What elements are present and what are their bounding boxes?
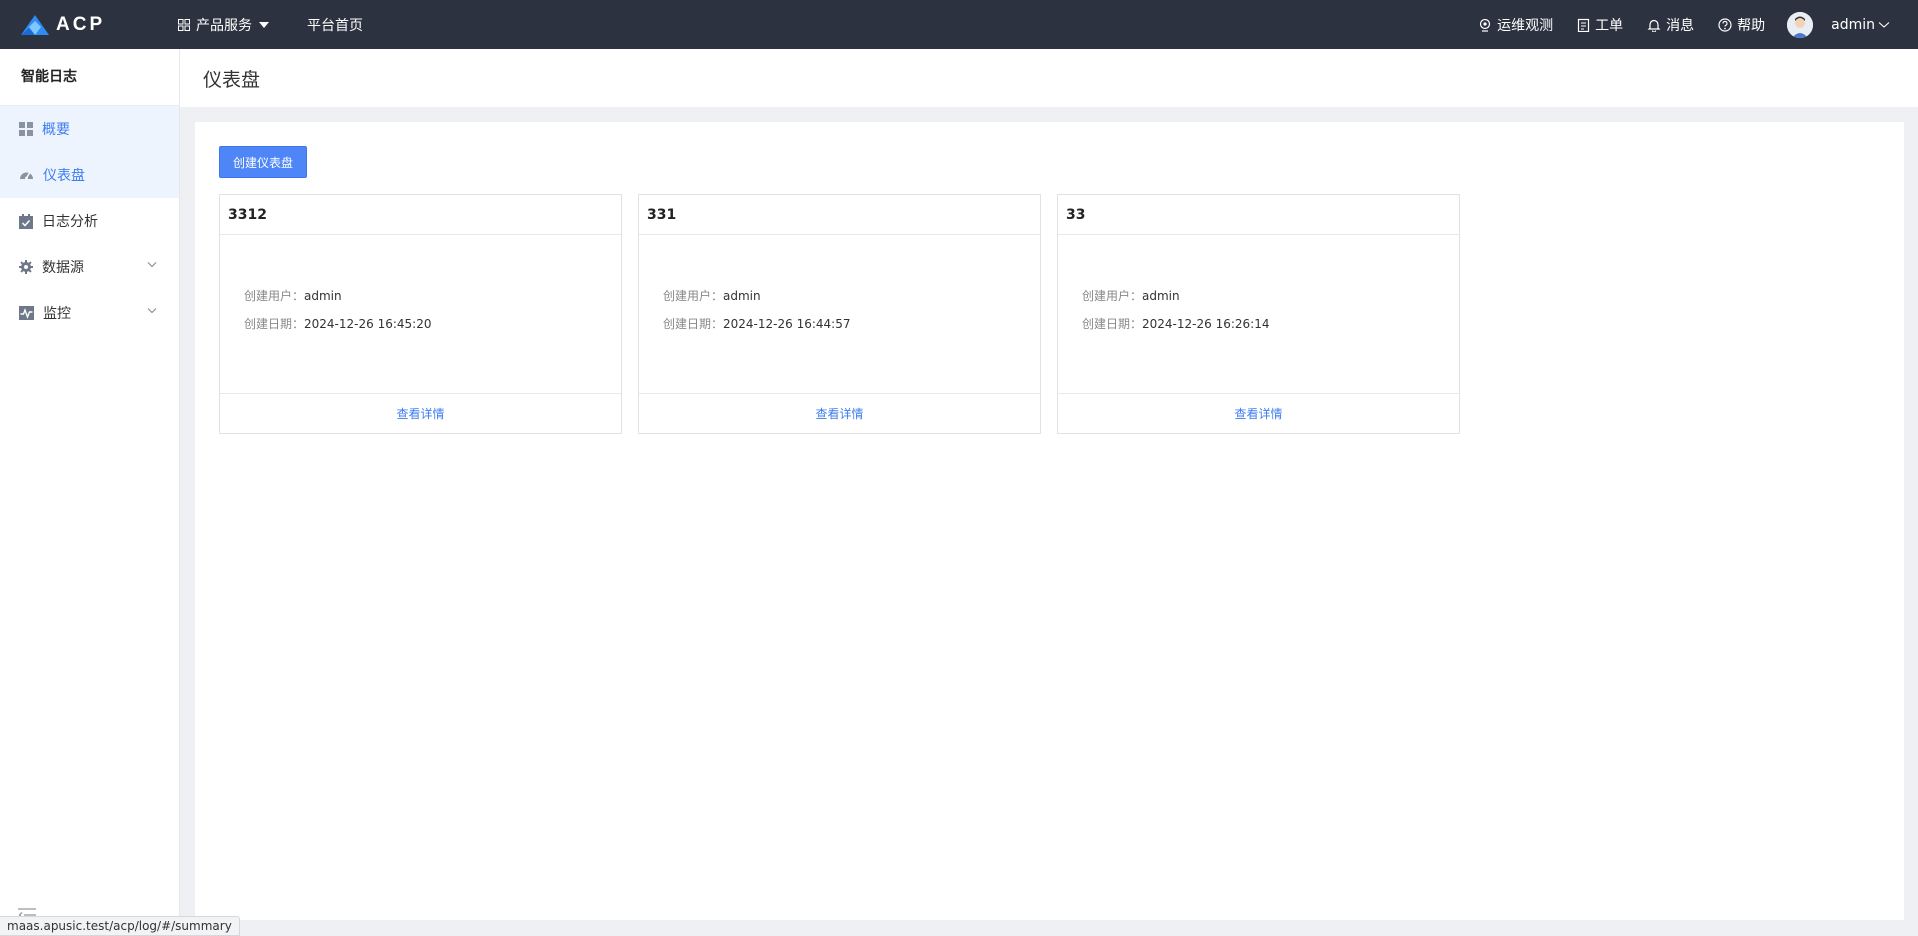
help-circle-icon — [1718, 17, 1732, 32]
user-avatar[interactable] — [1787, 11, 1814, 38]
products-menu[interactable]: 产品服务 — [178, 15, 269, 35]
card-title: 331 — [639, 195, 1040, 235]
top-navbar: ACP 产品服务 平台首页 运维观测 工单 消息 帮助 admin — [0, 0, 1918, 49]
apps-grid-icon — [178, 18, 190, 31]
chevron-down-icon — [147, 308, 157, 314]
status-bar-url: maas.apusic.test/acp/log/#/summary — [0, 916, 240, 936]
page-title: 仪表盘 — [203, 69, 261, 91]
card-body: 创建用户：admin 创建日期：2024-12-26 16:26:14 — [1058, 235, 1459, 394]
sidebar-item-label: 数据源 — [42, 260, 84, 276]
ops-observe-label: 运维观测 — [1497, 17, 1554, 34]
card-created-date: 创建日期：2024-12-26 16:26:14 — [1082, 317, 1270, 331]
view-details-link[interactable]: 查看详情 — [1058, 394, 1459, 433]
logo-text: ACP — [56, 13, 106, 35]
create-dashboard-button[interactable]: 创建仪表盘 — [219, 146, 307, 178]
sidebar-item-monitor[interactable]: 监控 — [0, 290, 179, 336]
sidebar-item-log-analysis[interactable]: 日志分析 — [0, 198, 179, 244]
avatar-icon — [1787, 11, 1814, 38]
sidebar-item-label: 概要 — [42, 122, 70, 138]
clipboard-icon — [1578, 18, 1590, 32]
dashboard-list-panel: 创建仪表盘 3312 创建用户：admin 创建日期：2024-12-26 16… — [195, 122, 1904, 920]
card-creator: 创建用户：admin — [1082, 289, 1180, 303]
card-body: 创建用户：admin 创建日期：2024-12-26 16:44:57 — [639, 235, 1040, 394]
sidebar: 智能日志 概要 仪表盘 日志分析 数据源 监控 — [0, 49, 180, 936]
card-creator: 创建用户：admin — [663, 289, 761, 303]
help-label: 帮助 — [1737, 17, 1766, 34]
logo[interactable]: ACP — [20, 14, 140, 36]
ticket-label: 工单 — [1595, 17, 1624, 34]
card-title: 3312 — [220, 195, 621, 235]
ops-observe-link[interactable]: 运维观测 — [1478, 15, 1553, 35]
dashboard-card: 331 创建用户：admin 创建日期：2024-12-26 16:44:57 … — [638, 194, 1041, 434]
sidebar-item-summary[interactable]: 概要 — [0, 106, 179, 152]
sidebar-title: 智能日志 — [0, 49, 179, 106]
sidebar-item-label: 监控 — [43, 306, 71, 322]
sidebar-item-label: 仪表盘 — [43, 168, 85, 184]
sidebar-item-dashboard[interactable]: 仪表盘 — [0, 152, 179, 198]
sidebar-item-label: 日志分析 — [42, 214, 98, 230]
messages-label: 消息 — [1666, 17, 1695, 34]
caret-down-icon — [259, 21, 269, 28]
dashboard-icon — [20, 172, 33, 180]
grid-icon — [19, 122, 33, 136]
camera-icon — [1480, 18, 1491, 32]
user-name-label: admin — [1831, 16, 1875, 33]
card-created-date: 创建日期：2024-12-26 16:44:57 — [663, 317, 851, 331]
products-menu-label: 产品服务 — [196, 17, 252, 34]
user-menu[interactable]: admin — [1831, 17, 1890, 33]
platform-home-link[interactable]: 平台首页 — [307, 15, 363, 35]
view-details-link[interactable]: 查看详情 — [639, 394, 1040, 433]
card-created-date: 创建日期：2024-12-26 16:45:20 — [244, 317, 432, 331]
chevron-down-icon — [147, 262, 157, 268]
gear-icon — [19, 260, 33, 274]
messages-link[interactable]: 消息 — [1647, 15, 1694, 35]
pulse-icon — [19, 306, 34, 320]
ticket-link[interactable]: 工单 — [1577, 15, 1623, 35]
dashboard-card: 33 创建用户：admin 创建日期：2024-12-26 16:26:14 查… — [1057, 194, 1460, 434]
card-title: 33 — [1058, 195, 1459, 235]
sidebar-item-datasource[interactable]: 数据源 — [0, 244, 179, 290]
view-details-link[interactable]: 查看详情 — [220, 394, 621, 433]
chevron-down-icon — [1878, 21, 1890, 28]
card-creator: 创建用户：admin — [244, 289, 342, 303]
page-header: 仪表盘 — [180, 49, 1918, 107]
dashboard-card: 3312 创建用户：admin 创建日期：2024-12-26 16:45:20… — [219, 194, 622, 434]
logo-mark-icon — [21, 14, 49, 35]
help-link[interactable]: 帮助 — [1718, 15, 1765, 35]
card-body: 创建用户：admin 创建日期：2024-12-26 16:45:20 — [220, 235, 621, 394]
calendar-icon — [19, 213, 33, 229]
bell-icon — [1647, 19, 1661, 32]
